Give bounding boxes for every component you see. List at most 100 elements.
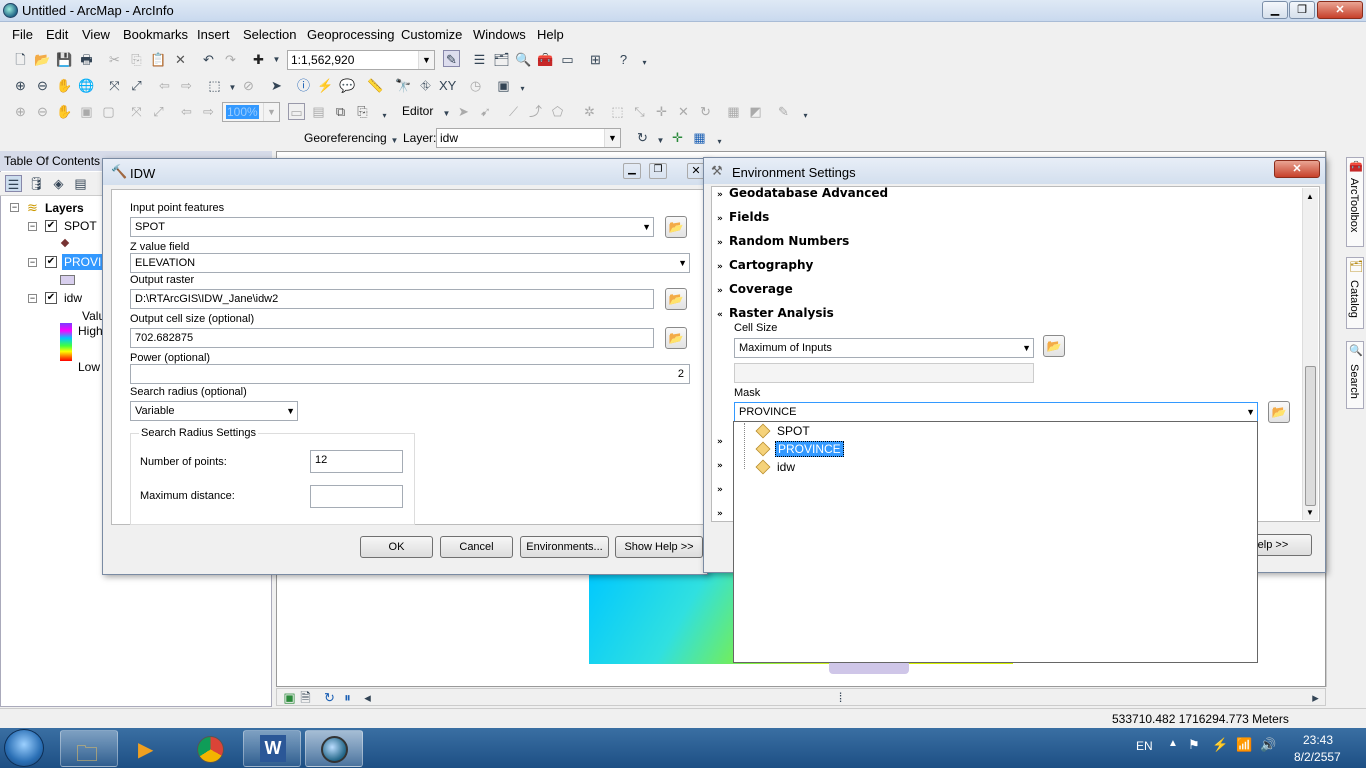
cell-size-field[interactable]: 702.682875: [130, 328, 654, 348]
time-slider-icon[interactable]: ◷: [467, 77, 484, 94]
scroll-down-icon[interactable]: ▼: [1306, 508, 1314, 517]
straight-segment-icon[interactable]: ⟋: [505, 103, 522, 120]
dropdown-item-spot[interactable]: SPOT: [777, 424, 810, 438]
edit-tool-icon[interactable]: ➤: [455, 103, 472, 120]
dropdown-item-province[interactable]: PROVINCE: [775, 441, 844, 457]
add-data-icon[interactable]: ✚: [250, 51, 267, 68]
editor-toolbar-icon[interactable]: ✎: [443, 50, 460, 67]
menu-bookmarks[interactable]: Bookmarks: [123, 27, 188, 42]
toggle-draft-mode-icon[interactable]: ▭: [288, 103, 305, 120]
browse-cellsize-folder-icon[interactable]: 📂: [665, 327, 687, 349]
create-features-icon[interactable]: ✎: [775, 103, 792, 120]
edit-vertices-icon[interactable]: ⬚: [609, 103, 626, 120]
section-collapsed-2[interactable]: »: [717, 457, 729, 471]
layout-pan-icon[interactable]: ✋: [56, 103, 73, 120]
catalog-window-icon[interactable]: 🗂: [493, 51, 510, 68]
section-geodatabase-advanced[interactable]: » Geodatabase Advanced: [717, 186, 888, 200]
undo-icon[interactable]: ↶: [200, 51, 217, 68]
clear-selection-icon[interactable]: ⊘: [240, 77, 257, 94]
scroll-grip-icon[interactable]: ⁞: [832, 689, 849, 706]
section-random-numbers[interactable]: » Random Numbers: [717, 234, 849, 248]
split-tool-icon[interactable]: ✲: [581, 103, 598, 120]
paste-icon[interactable]: 📋: [150, 51, 167, 68]
tab-arctoolbox[interactable]: 🧰 ArcToolbox: [1346, 157, 1364, 247]
volume-icon[interactable]: 🔊: [1260, 737, 1276, 753]
menu-insert[interactable]: Insert: [197, 27, 230, 42]
section-raster-analysis[interactable]: « Raster Analysis: [717, 306, 834, 320]
print-icon[interactable]: 🖶: [78, 51, 95, 68]
environments-button[interactable]: Environments...: [520, 536, 609, 558]
select-features-icon[interactable]: ⬚: [206, 77, 223, 94]
go-to-xy-icon[interactable]: XY: [439, 77, 456, 94]
full-extent-globe-icon[interactable]: 🌐: [78, 77, 95, 94]
spot-visibility-checkbox[interactable]: ✔: [45, 220, 57, 232]
section-cartography[interactable]: » Cartography: [717, 258, 813, 272]
identify-icon[interactable]: ⓘ: [295, 77, 312, 94]
layout-fixed-zoom-out-icon[interactable]: ⤢: [150, 103, 167, 120]
layout-fixed-zoom-in-icon[interactable]: ⤧: [128, 103, 145, 120]
georeferencing-dropdown-icon[interactable]: ▼: [386, 132, 403, 149]
mask-select[interactable]: PROVINCE ▼: [734, 402, 1258, 422]
refresh-view-icon[interactable]: ↻: [321, 689, 338, 706]
clock-date[interactable]: 8/2/2557: [1294, 750, 1341, 764]
sketch-properties-icon[interactable]: ◩: [747, 103, 764, 120]
taskbar-arcmap[interactable]: [305, 730, 363, 767]
browse-input-folder-icon[interactable]: 📂: [665, 216, 687, 238]
add-data-dropdown-icon[interactable]: ▼: [268, 51, 285, 68]
attributes-icon[interactable]: ▦: [725, 103, 742, 120]
menu-customize[interactable]: Customize: [401, 27, 462, 42]
layout-view-icon[interactable]: 🗎: [297, 689, 314, 706]
whats-this-help-icon[interactable]: ?: [615, 51, 632, 68]
mask-folder-icon[interactable]: 📂: [1268, 401, 1290, 423]
close-button[interactable]: ✕: [1317, 1, 1363, 19]
tab-catalog[interactable]: 🗂 Catalog: [1346, 257, 1364, 329]
scroll-up-icon[interactable]: ▲: [1306, 192, 1314, 201]
menu-windows[interactable]: Windows: [473, 27, 526, 42]
output-raster-field[interactable]: D:\RTArcGIS\IDW_Jane\idw2: [130, 289, 654, 309]
toolbar-options-icon[interactable]: ▾: [636, 54, 653, 71]
section-fields[interactable]: » Fields: [717, 210, 769, 224]
province-visibility-checkbox[interactable]: ✔: [45, 256, 57, 268]
toc-layer-spot[interactable]: SPOT: [64, 219, 97, 233]
language-indicator[interactable]: EN: [1136, 739, 1153, 753]
power-field[interactable]: 2: [130, 364, 690, 384]
layout-back-icon[interactable]: ⇦: [178, 103, 195, 120]
arctoolbox-icon[interactable]: 🧰: [537, 51, 554, 68]
start-button-icon[interactable]: [4, 729, 44, 767]
georeferencing-menu[interactable]: Georeferencing: [304, 131, 387, 145]
georef-layer-combo[interactable]: idw ▼: [436, 128, 621, 148]
scroll-right-icon[interactable]: ▸: [1307, 689, 1324, 706]
menu-geoprocessing[interactable]: Geoprocessing: [307, 27, 394, 42]
menu-edit[interactable]: Edit: [46, 27, 68, 42]
find-route-icon[interactable]: ⛗: [417, 77, 434, 94]
env-vertical-scrollbar[interactable]: ▲ ▼: [1302, 188, 1318, 520]
rotate-icon[interactable]: ↻: [697, 103, 714, 120]
number-of-points-field[interactable]: 12: [310, 450, 403, 473]
create-viewer-window-icon[interactable]: ▣: [495, 77, 512, 94]
data-view-icon[interactable]: ▣: [281, 689, 298, 706]
action-center-flag-icon[interactable]: ⚑: [1188, 737, 1200, 753]
menu-help[interactable]: Help: [537, 27, 564, 42]
menu-selection[interactable]: Selection: [243, 27, 296, 42]
rotate-georef-icon[interactable]: ↻: [634, 129, 651, 146]
taskbar-word[interactable]: W: [243, 730, 301, 767]
section-collapsed-3[interactable]: »: [717, 481, 729, 495]
z-field-select[interactable]: ELEVATION ▼: [130, 253, 690, 273]
python-window-icon[interactable]: ▭: [559, 51, 576, 68]
search-window-icon[interactable]: 🔍: [515, 51, 532, 68]
polygon-construction-icon[interactable]: ⬠: [549, 103, 566, 120]
copy-icon[interactable]: ⎘: [128, 51, 145, 68]
layout-zoom-out-icon[interactable]: ⊖: [34, 103, 51, 120]
editor-dropdown-icon[interactable]: ▼: [438, 105, 455, 122]
pause-drawing-icon[interactable]: ⏸: [339, 689, 356, 706]
map-scale-combo[interactable]: 1:1,562,920 ▼: [287, 50, 435, 70]
list-by-drawing-order-icon[interactable]: ☰: [5, 175, 22, 192]
network-signal-icon[interactable]: 📶: [1236, 737, 1252, 753]
layout-zoom-whole-page-icon[interactable]: ▣: [78, 103, 95, 120]
maximum-distance-field[interactable]: [310, 485, 403, 508]
toc-layer-province[interactable]: PROVINCE: [62, 254, 104, 270]
list-by-visibility-icon[interactable]: ◈: [50, 175, 67, 192]
modelbuilder-icon[interactable]: ⊞: [587, 51, 604, 68]
back-extent-icon[interactable]: ⇦: [156, 77, 173, 94]
pan-hand-icon[interactable]: ✋: [56, 77, 73, 94]
